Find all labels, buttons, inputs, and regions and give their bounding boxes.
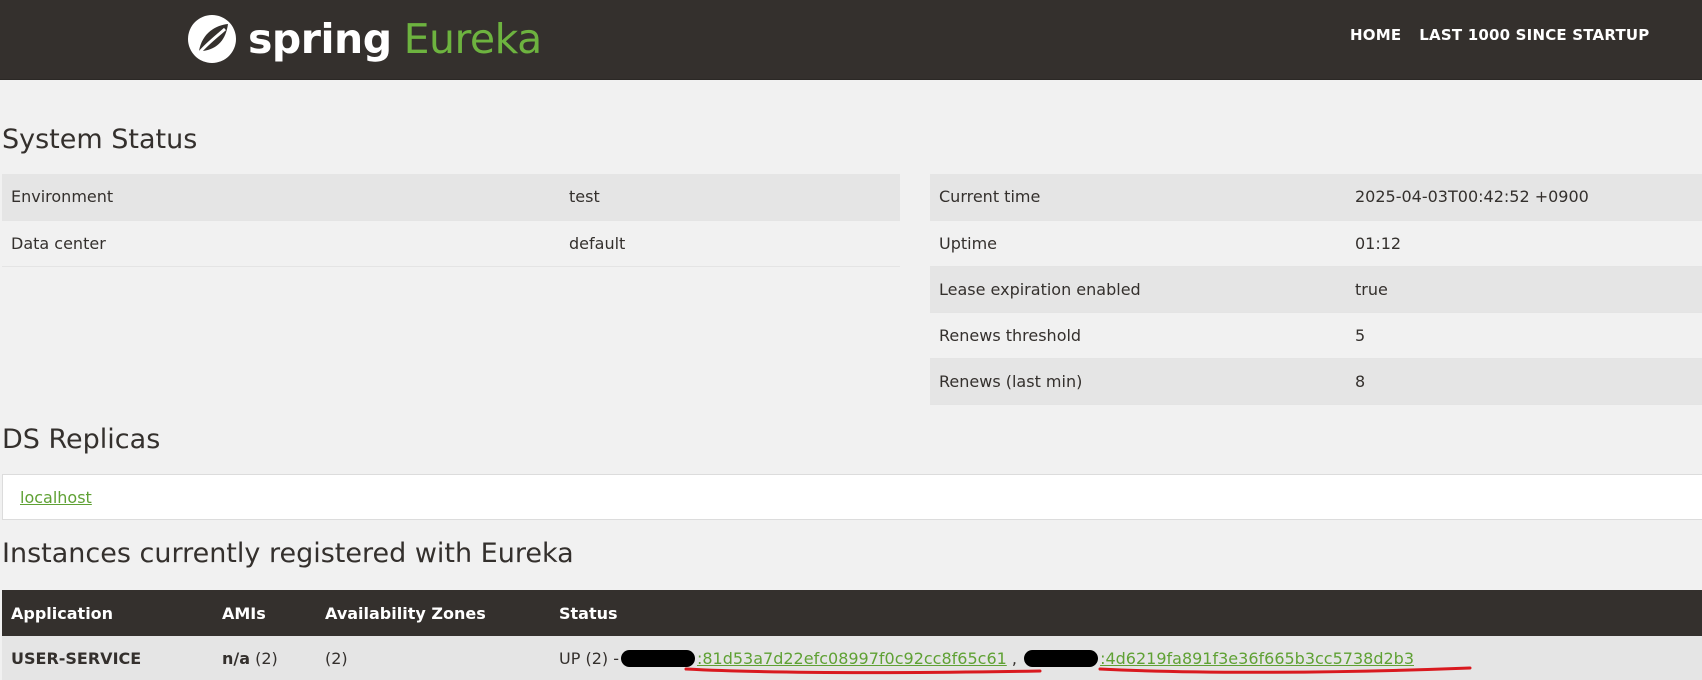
instance-link[interactable]: :4d6219fa891f3e36f665b3cc5738d2b3: [1100, 649, 1414, 668]
table-header-row: Application AMIs Availability Zones Stat…: [2, 590, 1702, 636]
status-prefix: UP (2) -: [559, 648, 619, 668]
replica-link-localhost[interactable]: localhost: [20, 488, 92, 507]
amis-count: (2): [250, 648, 278, 668]
status-value: 2025-04-03T00:42:52 +0900: [1346, 174, 1702, 221]
column-header-amis: AMIs: [213, 590, 316, 636]
instance-separator: ,: [1006, 648, 1023, 668]
status-value: 8: [1346, 358, 1702, 405]
table-row: Environment test: [2, 174, 900, 221]
spring-leaf-icon: [188, 15, 236, 63]
status-key: Uptime: [930, 220, 1346, 267]
table-row: Current time 2025-04-03T00:42:52 +0900: [930, 174, 1702, 221]
instance-link[interactable]: :81d53a7d22efc08997f0c92cc8f65c61: [697, 649, 1007, 668]
logo-eureka-text: Eureka: [403, 14, 543, 63]
status-key: Environment: [2, 174, 560, 221]
instances-heading: Instances currently registered with Eure…: [2, 538, 574, 569]
zones-cell: (2): [316, 636, 550, 680]
table-row: Renews threshold 5: [930, 312, 1702, 359]
table-row: Uptime 01:12: [930, 220, 1702, 267]
status-key: Renews threshold: [930, 312, 1346, 359]
application-name: USER-SERVICE: [2, 636, 213, 680]
status-cell: UP (2) - :81d53a7d22efc08997f0c92cc8f65c6…: [550, 636, 1702, 680]
system-status-heading: System Status: [2, 124, 198, 155]
system-status-right-table: Current time 2025-04-03T00:42:52 +0900 U…: [930, 174, 1702, 405]
amis-value: n/a: [222, 648, 251, 668]
ds-replicas-list: localhost: [2, 474, 1702, 520]
nav-home-link[interactable]: HOME: [1350, 26, 1401, 44]
table-row: Lease expiration enabled true: [930, 266, 1702, 313]
redaction-mark: [1024, 649, 1099, 667]
system-status-left-table: Environment test Data center default: [2, 174, 900, 267]
status-value: test: [560, 174, 900, 221]
table-row: Data center default: [2, 220, 900, 267]
status-key: Renews (last min): [930, 358, 1346, 405]
status-key: Current time: [930, 174, 1346, 221]
column-header-application: Application: [2, 590, 213, 636]
spring-eureka-logo[interactable]: spring Eureka: [186, 10, 542, 68]
ds-replicas-heading: DS Replicas: [2, 424, 161, 455]
status-value: default: [560, 220, 900, 267]
redaction-mark: [620, 649, 695, 667]
status-value: 5: [1346, 312, 1702, 359]
instances-table: Application AMIs Availability Zones Stat…: [2, 590, 1702, 680]
logo-spring-text: spring: [248, 14, 392, 63]
logo-wordmark: spring Eureka: [248, 18, 542, 60]
nav-links: HOME LAST 1000 SINCE STARTUP: [1350, 26, 1649, 44]
amis-cell: n/a (2): [213, 636, 316, 680]
status-key: Data center: [2, 220, 560, 267]
status-value: 01:12: [1346, 220, 1702, 267]
column-header-status: Status: [550, 590, 1702, 636]
nav-last-1000-link[interactable]: LAST 1000 SINCE STARTUP: [1419, 26, 1649, 44]
table-row: Renews (last min) 8: [930, 358, 1702, 405]
status-value: true: [1346, 266, 1702, 313]
table-row: USER-SERVICE n/a (2) (2) UP (2) - :81d53a…: [2, 636, 1702, 680]
navbar: spring Eureka HOME LAST 1000 SINCE STARTU…: [0, 0, 1702, 80]
status-key: Lease expiration enabled: [930, 266, 1346, 313]
column-header-availability-zones: Availability Zones: [316, 590, 550, 636]
